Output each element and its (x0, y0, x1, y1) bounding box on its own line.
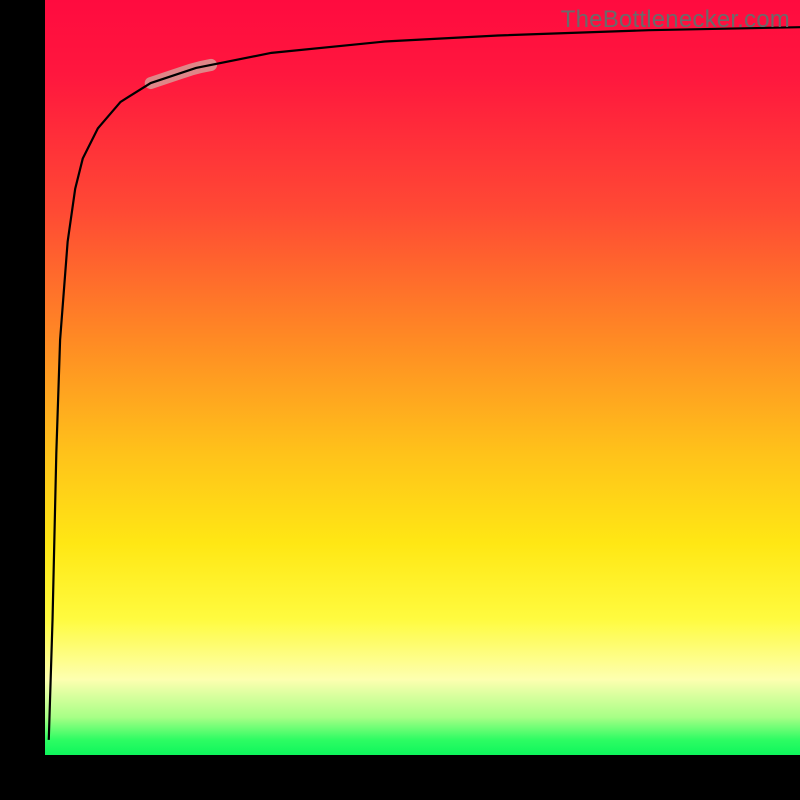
bottleneck-curve-line (49, 27, 800, 740)
x-axis-bar (0, 755, 800, 800)
watermark-text: TheBottlenecker.com (561, 6, 790, 34)
curve-layer (45, 0, 800, 755)
chart-stage: TheBottlenecker.com (0, 0, 800, 800)
y-axis-bar (0, 0, 45, 800)
plot-area (45, 0, 800, 755)
